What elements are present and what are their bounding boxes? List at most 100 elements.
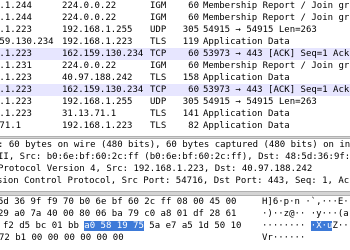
packet-row[interactable]: 8.1.223 162.159.130.234 TCP 60 53973 → 443 [… [0, 48, 350, 60]
packet-length: 305 [182, 25, 199, 35]
packet-bytes-pane[interactable]: 5d 36 9f f9 70 b0 6e bf 60 2c ff 08 00 4… [0, 196, 350, 250]
packet-info: 54915 → 54915 Len=263 [203, 25, 317, 35]
detail-text: sion Control Protocol, Src Port: 54716, … [0, 176, 350, 186]
packet-info: 54915 → 54915 Len=263 [203, 97, 317, 107]
packet-info: Application Data [203, 73, 290, 83]
packet-destination: 162.159.130.234 [62, 49, 144, 59]
packet-destination: 31.13.71.1 [62, 109, 117, 119]
ascii-before: ········ [262, 221, 311, 231]
packet-protocol: TLS [150, 73, 167, 83]
detail-tree-item[interactable]: sion Control Protocol, Src Port: 54716, … [0, 175, 350, 187]
detail-tree-item[interactable]: II, Src: b0:6e:bf:60:2c:ff (b0:6e:bf:60:… [0, 151, 350, 163]
packet-destination: 224.0.0.22 [62, 13, 117, 23]
packet-destination: 192.168.1.223 [62, 121, 133, 131]
detail-text: : 60 bytes on wire (480 bits), 60 bytes … [0, 140, 350, 150]
packet-destination: 192.168.1.223 [62, 37, 133, 47]
packet-protocol: UDP [150, 25, 167, 35]
hex-before: f2 d5 bc 01 bb [3, 221, 85, 231]
packet-destination: 192.168.1.255 [62, 97, 133, 107]
detail-tree-item[interactable]: : 60 bytes on wire (480 bits), 60 bytes … [0, 139, 350, 151]
packet-row[interactable]: 8.1.244 224.0.0.22 IGM 60 Membership Report … [0, 0, 350, 12]
hex-bytes: 72 b1 00 00 00 00 00 00 [0, 232, 124, 244]
packet-length: 141 [182, 109, 199, 119]
packet-details-pane[interactable]: : 60 bytes on wire (480 bits), 60 bytes … [0, 139, 350, 191]
packet-length: 158 [182, 73, 199, 83]
packet-info: 53973 → 443 [ACK] Seq=1 Ack [203, 85, 350, 95]
ascii-bytes: ·)··z@·· ·y···(a [262, 208, 349, 220]
packet-source: 8.1.244 [0, 13, 32, 23]
hex-selected: a0 58 19 75 [84, 221, 144, 231]
ascii-after: Z···P· [332, 221, 350, 231]
packet-destination: 224.0.0.22 [62, 1, 117, 11]
packet-row[interactable]: 8.1.231 224.0.0.22 IGM 60 Membership Report … [0, 60, 350, 72]
packet-info: 53973 → 443 [ACK] Seq=1 Ack [203, 49, 350, 59]
ascii-before: Vr······ [262, 233, 306, 243]
packet-protocol: TCP [150, 85, 167, 95]
hex-before: 5d 36 9f f9 70 b0 6e bf 60 2c ff 08 00 4… [0, 197, 237, 207]
packet-source: 8.1.223 [0, 97, 32, 107]
hex-row[interactable]: 29 a0 7a 40 00 80 06 ba 79 c0 a8 01 df 2… [0, 208, 350, 220]
hex-bytes: f2 d5 bc 01 bb a0 58 19 75 5a e7 a5 1d 5… [3, 220, 241, 232]
packet-source: 8.1.223 [0, 49, 32, 59]
ascii-before: H]6·p·n ·`,···E· [262, 197, 349, 207]
packet-protocol: UDP [150, 97, 167, 107]
detail-text: Protocol Version 4, Src: 192.168.1.223, … [0, 164, 313, 174]
ascii-before: ·)··z@·· ·y···(a [262, 209, 349, 219]
packet-row[interactable]: 8.1.244 224.0.0.22 IGM 60 Membership Report … [0, 12, 350, 24]
packet-source: 8.1.244 [0, 1, 32, 11]
packet-info: Membership Report / Join gr [203, 61, 350, 71]
packet-destination: 224.0.0.22 [62, 61, 117, 71]
packet-length: 119 [182, 37, 199, 47]
packet-length: 60 [188, 1, 199, 11]
packet-protocol: IGM [150, 1, 167, 11]
packet-info: Application Data [203, 109, 290, 119]
packet-row[interactable]: 8.1.223 162.159.130.234 TCP 60 53973 → 443 [… [0, 84, 350, 96]
hex-row[interactable]: 5d 36 9f f9 70 b0 6e bf 60 2c ff 08 00 4… [0, 196, 350, 208]
hex-before: 72 b1 00 00 00 00 00 00 [0, 233, 124, 243]
packet-length: 60 [188, 49, 199, 59]
packet-source: 8.1.231 [0, 61, 32, 71]
packet-info: Membership Report / Join gr [203, 13, 350, 23]
packet-protocol: TLS [150, 37, 167, 47]
hex-bytes: 5d 36 9f f9 70 b0 6e bf 60 2c ff 08 00 4… [0, 196, 236, 208]
packet-row[interactable]: 159.130.234 192.168.1.223 TLS 119 Applicatio… [0, 36, 350, 48]
packet-protocol: IGM [150, 13, 167, 23]
packet-row[interactable]: 8.1.223 192.168.1.255 UDP 305 54915 → 54915 … [0, 24, 350, 36]
ascii-bytes: H]6·p·n ·`,···E· [262, 196, 349, 208]
packet-source: 8.1.223 [0, 85, 32, 95]
detail-tree-item[interactable]: Protocol Version 4, Src: 192.168.1.223, … [0, 163, 350, 175]
hex-after: 5a e7 a5 1d 50 10 [143, 221, 242, 231]
packet-length: 60 [188, 85, 199, 95]
packet-row[interactable]: 8.1.223 40.97.188.242 TLS 158 Application Da… [0, 72, 350, 84]
packet-length: 305 [182, 97, 199, 107]
packet-row[interactable]: 8.1.223 31.13.71.1 TLS 141 Application Data [0, 108, 350, 120]
packet-source: 159.130.234 [0, 37, 54, 47]
packet-protocol: IGM [150, 61, 167, 71]
packet-length: 60 [188, 13, 199, 23]
hex-row[interactable]: 72 b1 00 00 00 00 00 00 Vr······ [0, 232, 350, 244]
packet-destination: 162.159.130.234 [62, 85, 144, 95]
hex-before: 29 a0 7a 40 00 80 06 ba 79 c0 a8 01 df 2… [0, 209, 237, 219]
packet-row[interactable]: 8.1.223 192.168.1.255 UDP 305 54915 → 54915 … [0, 96, 350, 108]
packet-source: .71.1 [0, 121, 22, 131]
ascii-selected: ·X·u [310, 221, 333, 231]
hex-bytes: 29 a0 7a 40 00 80 06 ba 79 c0 a8 01 df 2… [0, 208, 236, 220]
hex-row[interactable]: f2 d5 bc 01 bb a0 58 19 75 5a e7 a5 1d 5… [0, 220, 350, 232]
packet-protocol: TLS [150, 109, 167, 119]
ascii-bytes: Vr······ [262, 232, 305, 244]
packet-destination: 192.168.1.255 [62, 25, 133, 35]
packet-protocol: TCP [150, 49, 167, 59]
packet-source: 8.1.223 [0, 109, 32, 119]
packet-length: 60 [188, 61, 199, 71]
packet-destination: 40.97.188.242 [62, 73, 133, 83]
packet-source: 8.1.223 [0, 25, 32, 35]
packet-row[interactable]: .71.1 192.168.1.223 TLS 82 Application Data [0, 120, 350, 132]
packet-info: Application Data [203, 37, 290, 47]
packet-list[interactable]: 8.1.244 224.0.0.22 IGM 60 Membership Report … [0, 0, 350, 136]
ascii-bytes: ········ ·X·uZ···P· [262, 220, 350, 232]
packet-info: Membership Report / Join gr [203, 1, 350, 11]
detail-text: II, Src: b0:6e:bf:60:2c:ff (b0:6e:bf:60:… [0, 152, 350, 162]
packet-info: Application Data [203, 121, 290, 131]
packet-length: 82 [188, 121, 199, 131]
packet-protocol: TLS [150, 121, 167, 131]
